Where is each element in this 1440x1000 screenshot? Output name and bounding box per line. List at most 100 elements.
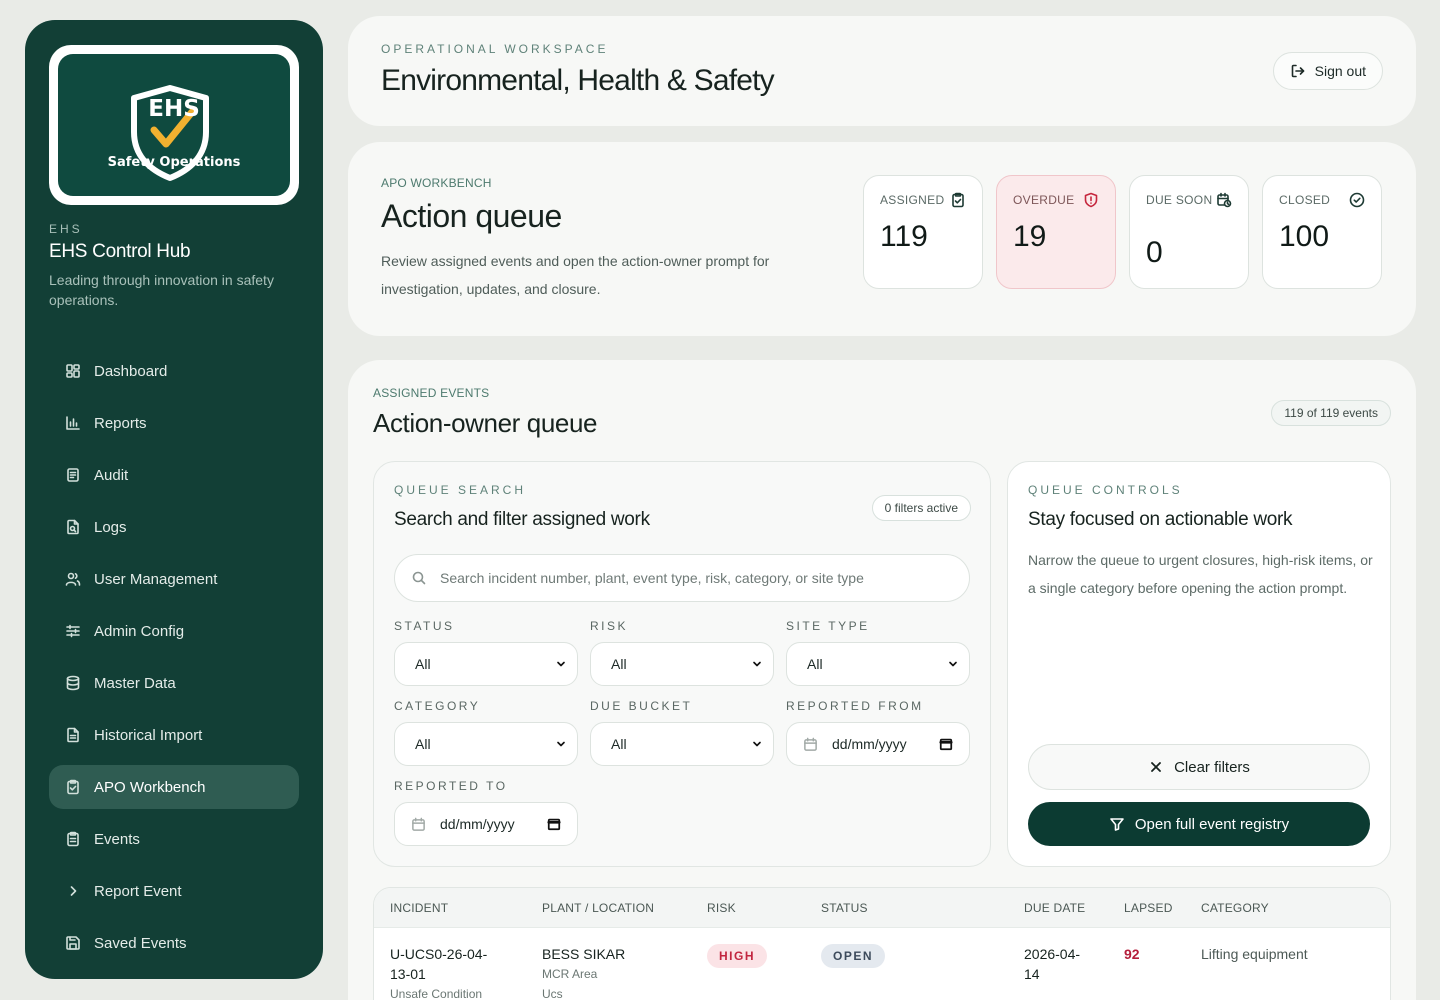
calendar-picker-icon[interactable] bbox=[939, 737, 953, 751]
sidebar-nav: Dashboard Reports Audit Logs User Manage… bbox=[49, 349, 299, 973]
controls-description: Narrow the queue to urgent closures, hig… bbox=[1028, 552, 1373, 596]
category-cell: Lifting equipment bbox=[1201, 946, 1308, 962]
stat-overdue[interactable]: OVERDUE 19 bbox=[996, 175, 1116, 289]
col-lapsed[interactable]: LAPSED bbox=[1124, 901, 1173, 915]
col-category[interactable]: CATEGORY bbox=[1201, 901, 1269, 915]
stat-closed[interactable]: CLOSED 100 bbox=[1262, 175, 1382, 289]
shield-alert-icon bbox=[1084, 192, 1098, 208]
incident-number-line2: 13-01 bbox=[390, 966, 426, 982]
chevron-down-icon bbox=[557, 661, 565, 667]
stat-due-soon[interactable]: DUE SOON 0 bbox=[1129, 175, 1249, 289]
search-input[interactable] bbox=[440, 570, 940, 586]
sidebar-item-apo-workbench[interactable]: APO Workbench bbox=[49, 765, 299, 809]
events-title: Action-owner queue bbox=[373, 408, 598, 438]
sidebar-item-user-management[interactable]: User Management bbox=[49, 557, 299, 601]
col-plant-location[interactable]: PLANT / LOCATION bbox=[542, 901, 654, 915]
search-title: Search and filter assigned work bbox=[394, 509, 650, 530]
logout-icon bbox=[1291, 64, 1304, 78]
site-code: Ucs bbox=[542, 987, 563, 1000]
risk-select-value: All bbox=[611, 656, 627, 672]
status-badge: OPEN bbox=[821, 944, 886, 968]
brand-eyebrow: EHS bbox=[49, 222, 83, 236]
sidebar-item-saved-events[interactable]: Saved Events bbox=[49, 921, 299, 965]
risk-label: RISK bbox=[590, 619, 629, 633]
category-select-value: All bbox=[415, 736, 431, 752]
sidebar-item-label: Saved Events bbox=[94, 934, 187, 952]
sidebar-item-admin-config[interactable]: Admin Config bbox=[49, 609, 299, 653]
due-bucket-select-value: All bbox=[611, 736, 627, 752]
chevron-down-icon bbox=[557, 741, 565, 747]
sidebar-item-label: Logs bbox=[94, 518, 127, 536]
sidebar-item-label: Events bbox=[94, 830, 140, 848]
sidebar-item-master-data[interactable]: Master Data bbox=[49, 661, 299, 705]
sign-out-label: Sign out bbox=[1314, 63, 1366, 79]
sidebar-item-label: Dashboard bbox=[94, 362, 168, 380]
clipboard-check-icon bbox=[67, 779, 79, 795]
stat-assigned[interactable]: ASSIGNED 119 bbox=[863, 175, 983, 289]
open-registry-button[interactable]: Open full event registry bbox=[1028, 802, 1370, 846]
reported-to-date[interactable]: dd/mm/yyyy bbox=[394, 802, 578, 846]
reported-from-date[interactable]: dd/mm/yyyy bbox=[786, 722, 970, 766]
table-row[interactable]: U-UCS0-26-04- 13-01 Unsafe Condition BES… bbox=[374, 928, 1390, 1000]
category-label: CATEGORY bbox=[394, 699, 481, 713]
status-select-value: All bbox=[415, 656, 431, 672]
search-field[interactable] bbox=[394, 554, 970, 602]
reported-to-label: REPORTED TO bbox=[394, 779, 508, 793]
sidebar-item-logs[interactable]: Logs bbox=[49, 505, 299, 549]
sidebar-item-audit[interactable]: Audit bbox=[49, 453, 299, 497]
sidebar-item-dashboard[interactable]: Dashboard bbox=[49, 349, 299, 393]
sidebar-item-label: APO Workbench bbox=[94, 778, 206, 796]
logo-badge: EHS Safety Operations bbox=[58, 54, 290, 196]
sidebar-item-label: Report Event bbox=[94, 882, 182, 900]
workbench-eyebrow: APO WORKBENCH bbox=[381, 176, 492, 190]
queue-controls-panel: QUEUE CONTROLS Stay focused on actionabl… bbox=[1007, 461, 1391, 867]
due-date-line2: 14 bbox=[1024, 966, 1040, 982]
incident-number-line1: U-UCS0-26-04- bbox=[390, 946, 488, 962]
due-bucket-label: DUE BUCKET bbox=[590, 699, 693, 713]
filters-active-badge: 0 filters active bbox=[871, 495, 971, 521]
col-status[interactable]: STATUS bbox=[821, 901, 868, 915]
clear-filters-button[interactable]: Clear filters bbox=[1028, 744, 1370, 790]
header-card: OPERATIONAL WORKSPACE Environmental, Hea… bbox=[348, 16, 1416, 126]
site-type-select[interactable]: All bbox=[786, 642, 970, 686]
sidebar-item-reports[interactable]: Reports bbox=[49, 401, 299, 445]
dashboard-icon bbox=[66, 364, 80, 378]
lapsed-days: 92 bbox=[1124, 946, 1140, 962]
sidebar-item-label: User Management bbox=[94, 570, 218, 588]
stat-label: OVERDUE bbox=[1013, 193, 1075, 207]
status-select[interactable]: All bbox=[394, 642, 578, 686]
chevron-down-icon bbox=[753, 661, 761, 667]
calendar-picker-icon[interactable] bbox=[547, 817, 561, 831]
sign-out-button[interactable]: Sign out bbox=[1272, 52, 1383, 90]
sliders-icon bbox=[66, 624, 80, 638]
col-incident[interactable]: INCIDENT bbox=[390, 901, 448, 915]
stat-value: 119 bbox=[880, 220, 928, 253]
due-bucket-select[interactable]: All bbox=[590, 722, 774, 766]
risk-select[interactable]: All bbox=[590, 642, 774, 686]
clipboard-check-icon bbox=[952, 192, 964, 208]
workbench-card: APO WORKBENCH Action queue Review assign… bbox=[348, 142, 1416, 336]
category-select[interactable]: All bbox=[394, 722, 578, 766]
chevron-right-icon bbox=[70, 886, 77, 896]
sidebar-item-events[interactable]: Events bbox=[49, 817, 299, 861]
stat-label: DUE SOON bbox=[1146, 193, 1213, 207]
stat-value: 0 bbox=[1146, 236, 1163, 269]
sidebar-item-historical-import[interactable]: Historical Import bbox=[49, 713, 299, 757]
open-registry-label: Open full event registry bbox=[1134, 815, 1290, 833]
workbench-description: Review assigned events and open the acti… bbox=[381, 253, 770, 297]
col-risk[interactable]: RISK bbox=[707, 901, 736, 915]
stat-label: ASSIGNED bbox=[880, 193, 945, 207]
incident-cell: U-UCS0-26-04- 13-01 Unsafe Condition bbox=[390, 944, 520, 1000]
close-icon bbox=[1151, 762, 1161, 772]
brand-title: EHS Control Hub bbox=[49, 241, 191, 262]
chevron-down-icon bbox=[753, 741, 761, 747]
chevron-down-icon bbox=[949, 661, 957, 667]
brand-logo: EHS Safety Operations bbox=[49, 45, 299, 205]
file-import-icon bbox=[67, 727, 79, 743]
filter-icon bbox=[1110, 818, 1124, 831]
sidebar-item-report-event[interactable]: Report Event bbox=[49, 869, 299, 913]
col-due-date[interactable]: DUE DATE bbox=[1024, 901, 1085, 915]
calendar-icon bbox=[804, 737, 817, 751]
search-eyebrow: QUEUE SEARCH bbox=[394, 483, 527, 497]
incident-type: Unsafe Condition bbox=[390, 987, 483, 1000]
